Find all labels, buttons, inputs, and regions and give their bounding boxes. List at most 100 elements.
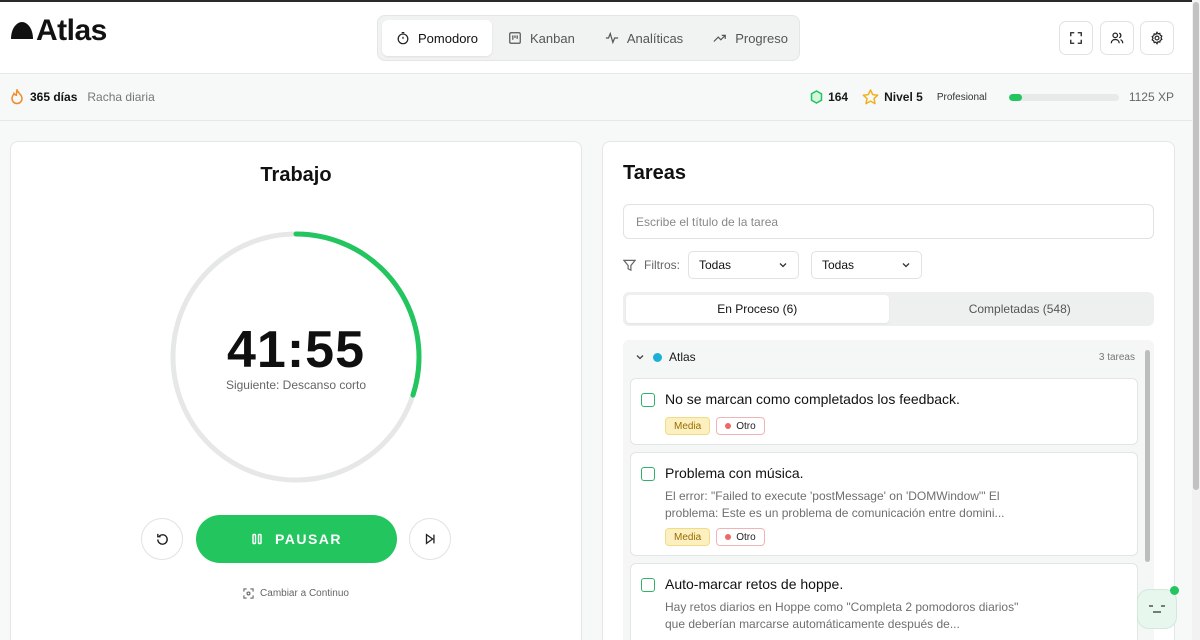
tasks-title: Tareas [623, 162, 687, 184]
task-item[interactable]: No se marcan como completados los feedba… [630, 378, 1138, 445]
group-task-count: 3 tareas [1098, 351, 1135, 363]
main-nav: Pomodoro Kanban Analíticas Progreso [377, 15, 800, 61]
task-item[interactable]: Auto-marcar retos de hoppe. Hay retos di… [630, 563, 1138, 640]
group-color-dot [653, 352, 662, 362]
switch-mode-link[interactable]: Cambiar a Continuo [11, 588, 581, 599]
status-bar: 365 días Racha diaria 164 Nivel 5 Profes… [0, 75, 1192, 121]
task-checkbox[interactable] [641, 578, 655, 592]
filters-label: Filtros: [644, 258, 680, 272]
tab-label: Pomodoro [418, 30, 478, 46]
level-label: Nivel 5 [884, 90, 923, 104]
app-header: Atlas Pomodoro Kanban Analíticas Progres… [0, 2, 1192, 74]
reset-button[interactable] [141, 518, 183, 560]
task-item[interactable]: Problema con música. El error: "Failed t… [630, 452, 1138, 556]
task-group-header[interactable]: Atlas 3 tareas [623, 340, 1143, 374]
tab-label: Analíticas [626, 30, 684, 46]
xp-progress-fill [1008, 93, 1023, 101]
atlas-logo-icon [11, 22, 33, 39]
fullscreen-icon [1070, 32, 1082, 44]
chevron-down-icon [636, 355, 644, 360]
pause-button[interactable]: PAUSAR [196, 515, 397, 563]
pause-icon [252, 533, 262, 545]
tab-completed[interactable]: Completadas (548) [889, 295, 1152, 323]
assistant-bot-button[interactable] [1137, 586, 1179, 629]
category-filter-select[interactable]: Todas [811, 251, 922, 279]
tab-kanban[interactable]: Kanban [494, 20, 589, 56]
skip-button[interactable] [409, 518, 451, 560]
task-list: Atlas 3 tareas No se marcan como complet… [623, 340, 1154, 640]
focus-icon [243, 588, 254, 599]
category-dot [725, 423, 732, 429]
chevron-down-icon [902, 263, 910, 268]
level-stat: Nivel 5 [862, 89, 923, 105]
filter-icon [623, 259, 636, 271]
tab-in-progress[interactable]: En Proceso (6) [626, 295, 889, 323]
next-session-label: Siguiente: Descanso corto [225, 378, 367, 392]
skip-forward-icon [425, 533, 435, 545]
users-button[interactable] [1100, 21, 1134, 55]
task-description: Hay retos diarios en Hoppe como "Complet… [665, 600, 1019, 631]
timer-icon [397, 31, 409, 45]
task-title: No se marcan como completados los feedba… [665, 391, 960, 407]
category-dot [725, 534, 732, 540]
streak-label: Racha diaria [87, 90, 155, 104]
gems-count: 164 [828, 90, 849, 104]
task-tags: Media Otro [665, 528, 765, 546]
trending-up-icon [713, 34, 727, 42]
tab-label: Progreso [735, 30, 788, 46]
priority-badge: Media [665, 417, 711, 435]
online-indicator [1170, 586, 1179, 595]
streak-days: 365 días [30, 90, 78, 104]
app-logo[interactable]: Atlas [10, 14, 107, 48]
app-name: Atlas [36, 14, 107, 47]
xp-value: 1125 XP [1128, 90, 1174, 104]
activity-icon [605, 31, 618, 45]
category-badge: Otro [716, 528, 765, 546]
chevron-down-icon [779, 263, 787, 268]
task-checkbox[interactable] [641, 393, 655, 407]
kanban-icon [509, 32, 521, 44]
task-filters: Filtros: Todas Todas [623, 251, 922, 279]
task-title: Auto-marcar retos de hoppe. [665, 576, 844, 592]
gear-icon [1151, 31, 1163, 45]
tab-label: Kanban [529, 30, 575, 46]
xp-progress-bar [1008, 93, 1119, 101]
task-checkbox[interactable] [641, 467, 655, 481]
category-label: Otro [736, 531, 756, 543]
fullscreen-button[interactable] [1059, 21, 1093, 55]
rank-label: Profesional [936, 91, 987, 103]
category-label: Otro [736, 420, 756, 432]
timer-display: 41:55 [227, 321, 365, 379]
switch-mode-label: Cambiar a Continuo [260, 588, 349, 599]
tasks-card: Tareas Filtros: Todas Todas En Proceso (… [602, 141, 1175, 640]
tab-pomodoro[interactable]: Pomodoro [382, 20, 492, 56]
priority-filter-select[interactable]: Todas [688, 251, 799, 279]
daily-streak: 365 días Racha diaria [10, 89, 155, 105]
page-scrollbar[interactable] [1192, 0, 1200, 640]
task-title-input[interactable] [623, 204, 1154, 239]
bot-face-icon [1149, 605, 1165, 613]
category-badge: Otro [716, 417, 765, 435]
user-stats: 164 Nivel 5 Profesional 1125 XP [810, 89, 1174, 105]
group-name: Atlas [669, 350, 696, 364]
pomodoro-timer-card: Trabajo 41:55 Siguiente: Descanso corto … [10, 141, 582, 640]
task-title: Problema con música. [665, 465, 804, 481]
reset-icon [156, 533, 168, 545]
tab-progreso[interactable]: Progreso [699, 20, 802, 56]
select-value: Todas [822, 258, 855, 272]
pause-label: PAUSAR [274, 531, 343, 547]
page-scrollbar-thumb[interactable] [1193, 2, 1199, 490]
tab-analiticas[interactable]: Analíticas [591, 20, 697, 56]
task-description: El error: "Failed to execute 'postMessag… [665, 489, 1005, 520]
task-tags: Media Otro [665, 417, 765, 435]
select-value: Todas [699, 258, 732, 272]
task-status-tabs: En Proceso (6) Completadas (548) [623, 292, 1154, 326]
scrollbar-thumb[interactable] [1145, 350, 1150, 562]
settings-button[interactable] [1140, 21, 1174, 55]
flame-icon [11, 89, 23, 105]
priority-badge: Media [665, 528, 711, 546]
users-icon [1110, 32, 1124, 44]
gems-stat: 164 [810, 90, 848, 104]
star-icon [862, 89, 879, 105]
timer-mode-title: Trabajo [260, 164, 332, 186]
